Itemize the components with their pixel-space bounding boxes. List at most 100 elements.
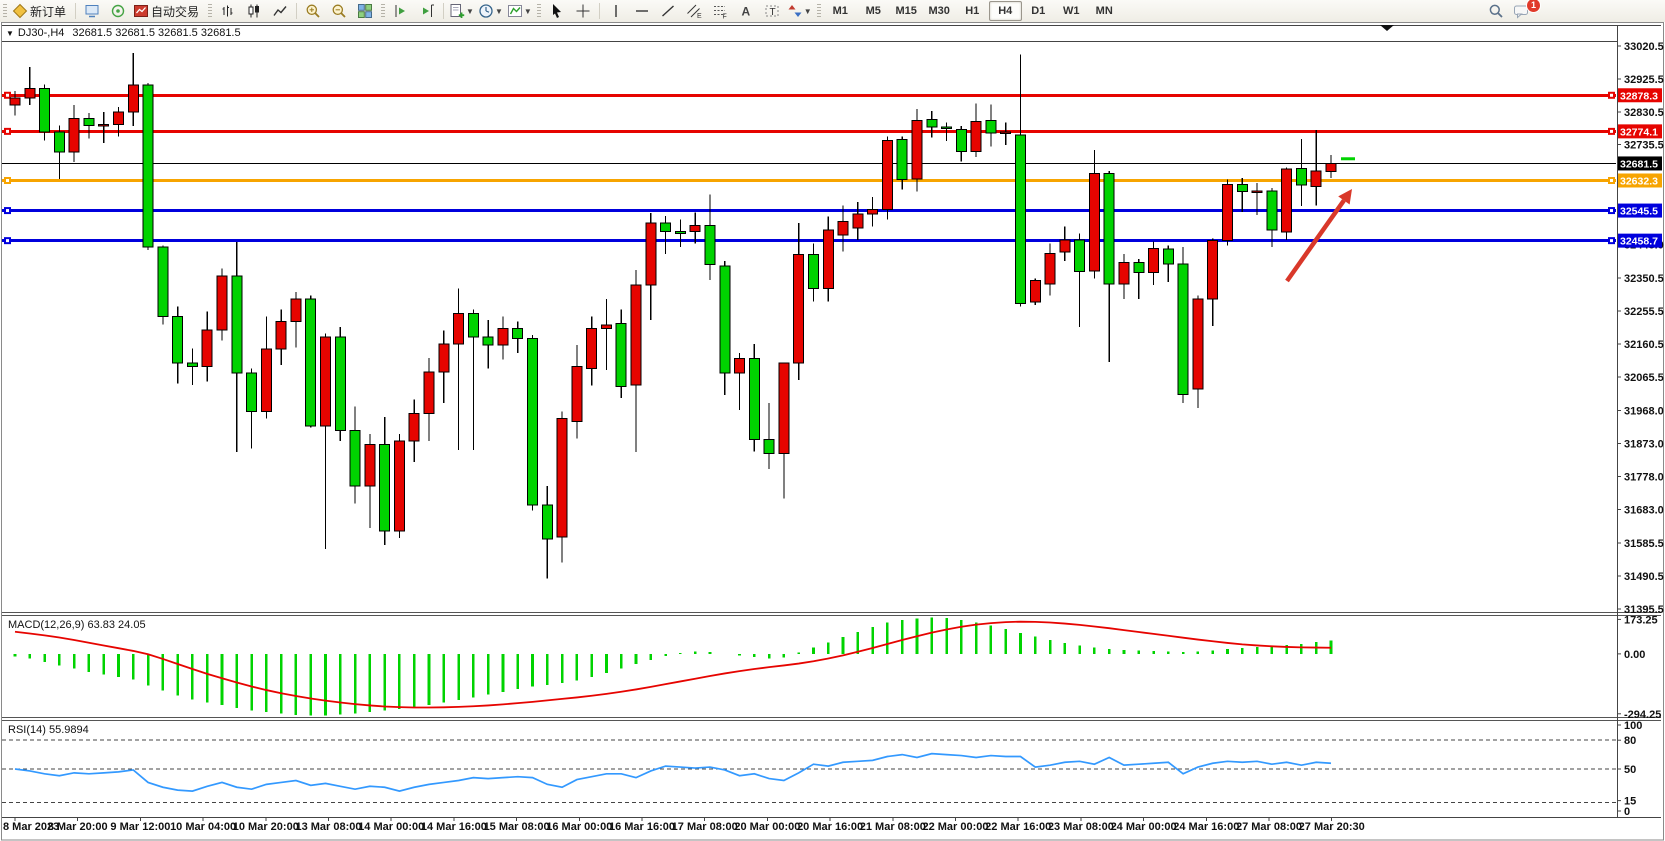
- terminal-button[interactable]: [79, 1, 105, 21]
- candlestick[interactable]: [335, 337, 345, 431]
- auto-scroll-button[interactable]: [388, 1, 414, 21]
- candlestick[interactable]: [1222, 184, 1232, 240]
- candlestick[interactable]: [409, 413, 419, 441]
- fibonacci-tool-button[interactable]: F: [707, 1, 733, 21]
- candlestick[interactable]: [646, 223, 656, 285]
- price-chart[interactable]: 8 Mar 20238 Mar 20:009 Mar 12:0010 Mar 0…: [0, 22, 1665, 841]
- timeframe-button-M30[interactable]: M30: [923, 1, 956, 21]
- candlestick[interactable]: [498, 329, 508, 346]
- candlestick[interactable]: [735, 358, 745, 373]
- candlestick[interactable]: [454, 313, 464, 343]
- candlestick[interactable]: [365, 445, 375, 487]
- trendline-tool-button[interactable]: [655, 1, 681, 21]
- search-button[interactable]: [1483, 1, 1509, 21]
- candlestick[interactable]: [882, 140, 892, 209]
- candlestick[interactable]: [1267, 191, 1277, 230]
- candlestick[interactable]: [394, 441, 404, 531]
- chart-background[interactable]: [2, 23, 1661, 839]
- zoom-in-button[interactable]: [300, 1, 326, 21]
- candlestick[interactable]: [838, 221, 848, 235]
- candlestick[interactable]: [202, 330, 212, 367]
- candlestick[interactable]: [794, 255, 804, 363]
- notifications-button[interactable]: 1: [1509, 1, 1535, 21]
- candlestick[interactable]: [1149, 249, 1159, 273]
- candlestick[interactable]: [897, 139, 907, 179]
- candlestick[interactable]: [1134, 263, 1144, 273]
- timeframe-button-M1[interactable]: M1: [824, 1, 857, 21]
- arrows-tool-button[interactable]: ▼: [785, 1, 814, 21]
- text-label-tool-button[interactable]: T: [759, 1, 785, 21]
- horizontal-line-tool-button[interactable]: [629, 1, 655, 21]
- candlestick[interactable]: [528, 339, 538, 506]
- indicators-button[interactable]: ▼: [505, 1, 534, 21]
- candlestick[interactable]: [1075, 240, 1085, 272]
- timeframe-button-H4[interactable]: H4: [989, 1, 1022, 21]
- candlestick[interactable]: [247, 373, 257, 411]
- candlestick[interactable]: [54, 132, 64, 152]
- candlestick[interactable]: [1252, 191, 1262, 193]
- candlestick[interactable]: [10, 98, 20, 105]
- candlestick[interactable]: [601, 325, 611, 328]
- candlestick[interactable]: [823, 230, 833, 289]
- candlestick[interactable]: [868, 210, 878, 215]
- candlestick[interactable]: [217, 276, 227, 330]
- candlestick[interactable]: [764, 439, 774, 453]
- zoom-out-button[interactable]: [326, 1, 352, 21]
- candlestick[interactable]: [276, 322, 286, 349]
- candlestick[interactable]: [942, 127, 952, 129]
- chart-window[interactable]: 8 Mar 20238 Mar 20:009 Mar 12:0010 Mar 0…: [0, 22, 1665, 841]
- candlestick[interactable]: [321, 337, 331, 426]
- new-chart-button[interactable]: ▼: [447, 1, 476, 21]
- candlestick[interactable]: [1326, 163, 1336, 171]
- candlestick[interactable]: [705, 225, 715, 264]
- candlestick[interactable]: [128, 85, 138, 112]
- candlestick[interactable]: [84, 119, 94, 126]
- candlestick[interactable]: [232, 276, 242, 373]
- candlestick[interactable]: [720, 266, 730, 373]
- candlestick[interactable]: [291, 299, 301, 322]
- autotrade-button[interactable]: 自动交易: [131, 1, 205, 21]
- candlestick[interactable]: [380, 445, 390, 532]
- periods-clock-button[interactable]: ▼: [476, 1, 505, 21]
- candlestick[interactable]: [424, 372, 434, 414]
- candlestick[interactable]: [587, 329, 597, 369]
- candlestick[interactable]: [1178, 264, 1188, 394]
- timeframe-button-MN[interactable]: MN: [1088, 1, 1121, 21]
- candlestick[interactable]: [1060, 240, 1070, 252]
- candlestick[interactable]: [927, 120, 937, 127]
- candlestick[interactable]: [971, 121, 981, 151]
- equidistant-channel-tool-button[interactable]: E: [681, 1, 707, 21]
- candlestick[interactable]: [468, 313, 478, 337]
- candlestick[interactable]: [1311, 171, 1321, 187]
- candlestick[interactable]: [675, 232, 685, 234]
- candlestick[interactable]: [1015, 135, 1025, 304]
- candlestick[interactable]: [616, 323, 626, 386]
- candlestick[interactable]: [1104, 174, 1114, 284]
- text-tool-button[interactable]: A: [733, 1, 759, 21]
- candlestick[interactable]: [306, 299, 316, 426]
- candlestick[interactable]: [1045, 254, 1055, 284]
- candlestick[interactable]: [912, 121, 922, 179]
- candlestick[interactable]: [69, 119, 79, 153]
- bar-chart-mode-button[interactable]: [215, 1, 241, 21]
- candlestick[interactable]: [483, 337, 493, 345]
- candlestick[interactable]: [1163, 249, 1173, 264]
- candlestick[interactable]: [1237, 184, 1247, 191]
- candlestick[interactable]: [1296, 168, 1306, 185]
- candlestick[interactable]: [779, 363, 789, 453]
- timeframe-button-M5[interactable]: M5: [857, 1, 890, 21]
- crosshair-tool-button[interactable]: [570, 1, 596, 21]
- candlestick[interactable]: [1119, 263, 1129, 284]
- candlestick[interactable]: [749, 358, 759, 439]
- candlestick[interactable]: [1282, 169, 1292, 232]
- candlestick[interactable]: [1089, 174, 1099, 271]
- candlestick[interactable]: [542, 505, 552, 539]
- candlestick[interactable]: [1001, 132, 1011, 134]
- candlestick[interactable]: [173, 316, 183, 363]
- candlestick[interactable]: [986, 120, 996, 133]
- candlestick[interactable]: [956, 130, 966, 152]
- timeframe-button-H1[interactable]: H1: [956, 1, 989, 21]
- candlestick-mode-button[interactable]: [241, 1, 267, 21]
- candlestick[interactable]: [350, 431, 360, 486]
- candlestick[interactable]: [40, 88, 50, 132]
